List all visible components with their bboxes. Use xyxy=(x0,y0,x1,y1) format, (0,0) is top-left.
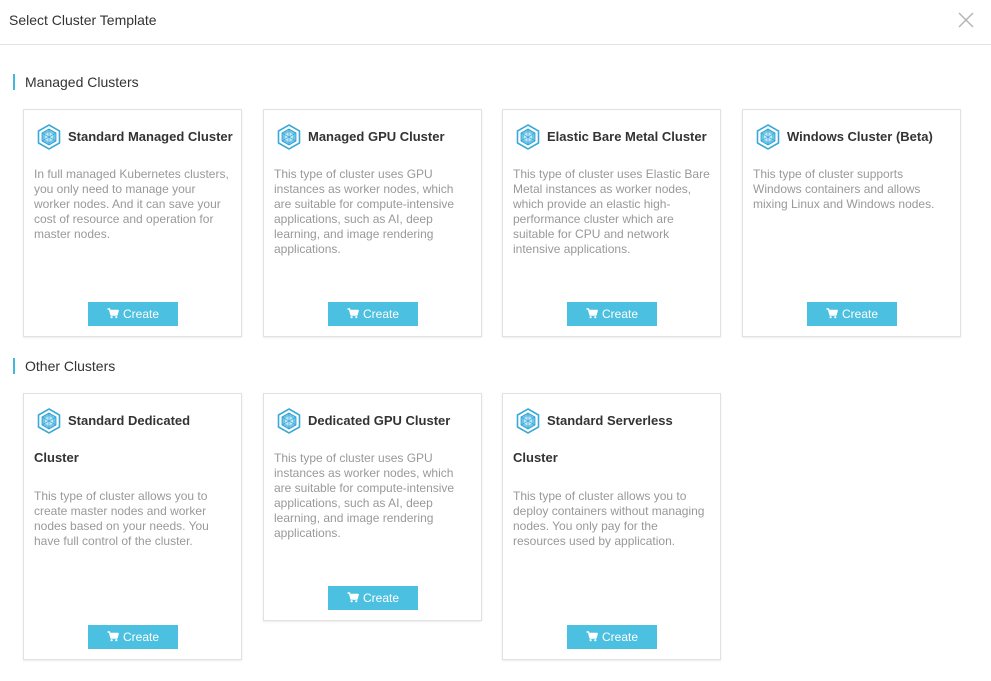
cluster-hexagon-icon xyxy=(37,408,61,434)
cluster-hexagon-icon xyxy=(277,124,301,150)
card-title-continued: Cluster xyxy=(513,450,558,465)
card-description: This type of cluster uses GPU instances … xyxy=(274,167,455,256)
create-button-elastic-bare-metal[interactable]: Create xyxy=(567,302,657,326)
card-description: This type of cluster uses GPU instances … xyxy=(274,451,455,540)
card-description: This type of cluster allows you to creat… xyxy=(34,489,209,548)
card-title: Managed GPU Cluster xyxy=(308,129,445,144)
card-description: This type of cluster allows you to deplo… xyxy=(513,489,705,548)
create-button-standard-serverless[interactable]: Create xyxy=(567,625,657,649)
card-title: Standard Dedicated xyxy=(68,413,191,428)
create-button-label: Create xyxy=(122,307,160,321)
cart-icon xyxy=(347,308,359,319)
create-button-label: Create xyxy=(841,307,879,321)
card-description: This type of cluster uses Elastic Bare M… xyxy=(513,167,710,256)
create-button-label: Create xyxy=(362,307,400,321)
create-button-label: Create xyxy=(362,591,400,605)
cluster-hexagon-icon xyxy=(516,124,540,150)
card-title: Standard Serverless xyxy=(547,413,673,428)
card-description: This type of cluster supports Windows co… xyxy=(753,167,935,211)
cart-icon xyxy=(586,308,598,319)
create-button-standard-managed[interactable]: Create xyxy=(88,302,178,326)
card-title: Elastic Bare Metal Cluster xyxy=(547,129,707,144)
card-standard-serverless-cluster: Standard Serverless Cluster This type of… xyxy=(502,393,721,660)
create-button-dedicated-gpu[interactable]: Create xyxy=(328,586,418,610)
card-description: In full managed Kubernetes clusters, you… xyxy=(34,167,229,241)
section-title-managed: Managed Clusters xyxy=(13,74,139,90)
cart-icon xyxy=(107,631,119,642)
cluster-hexagon-icon xyxy=(277,408,301,434)
create-button-label: Create xyxy=(601,630,639,644)
cart-icon xyxy=(347,592,359,603)
cart-icon xyxy=(826,308,838,319)
card-title-continued: Cluster xyxy=(34,450,79,465)
card-standard-dedicated-cluster: Standard Dedicated Cluster This type of … xyxy=(23,393,242,660)
cart-icon xyxy=(586,631,598,642)
close-icon[interactable] xyxy=(956,10,976,30)
create-button-label: Create xyxy=(122,630,160,644)
card-dedicated-gpu-cluster: Dedicated GPU Cluster This type of clust… xyxy=(263,393,482,621)
section-title-other: Other Clusters xyxy=(13,358,115,374)
card-title: Dedicated GPU Cluster xyxy=(308,413,451,428)
card-windows-cluster: Windows Cluster (Beta) This type of clus… xyxy=(742,109,961,337)
cart-icon xyxy=(107,308,119,319)
card-standard-managed-cluster: Standard Managed Cluster In full managed… xyxy=(23,109,242,337)
cluster-hexagon-icon xyxy=(516,408,540,434)
dialog-header: Select Cluster Template xyxy=(0,0,991,45)
cluster-hexagon-icon xyxy=(37,124,61,150)
create-button-managed-gpu[interactable]: Create xyxy=(328,302,418,326)
cluster-hexagon-icon xyxy=(756,124,780,150)
card-title: Standard Managed Cluster xyxy=(68,129,233,144)
card-elastic-bare-metal-cluster: Elastic Bare Metal Cluster This type of … xyxy=(502,109,721,337)
create-button-label: Create xyxy=(601,307,639,321)
dialog-title: Select Cluster Template xyxy=(9,12,157,28)
create-button-standard-dedicated[interactable]: Create xyxy=(88,625,178,649)
card-managed-gpu-cluster: Managed GPU Cluster This type of cluster… xyxy=(263,109,482,337)
create-button-windows[interactable]: Create xyxy=(807,302,897,326)
card-title: Windows Cluster (Beta) xyxy=(787,129,933,144)
